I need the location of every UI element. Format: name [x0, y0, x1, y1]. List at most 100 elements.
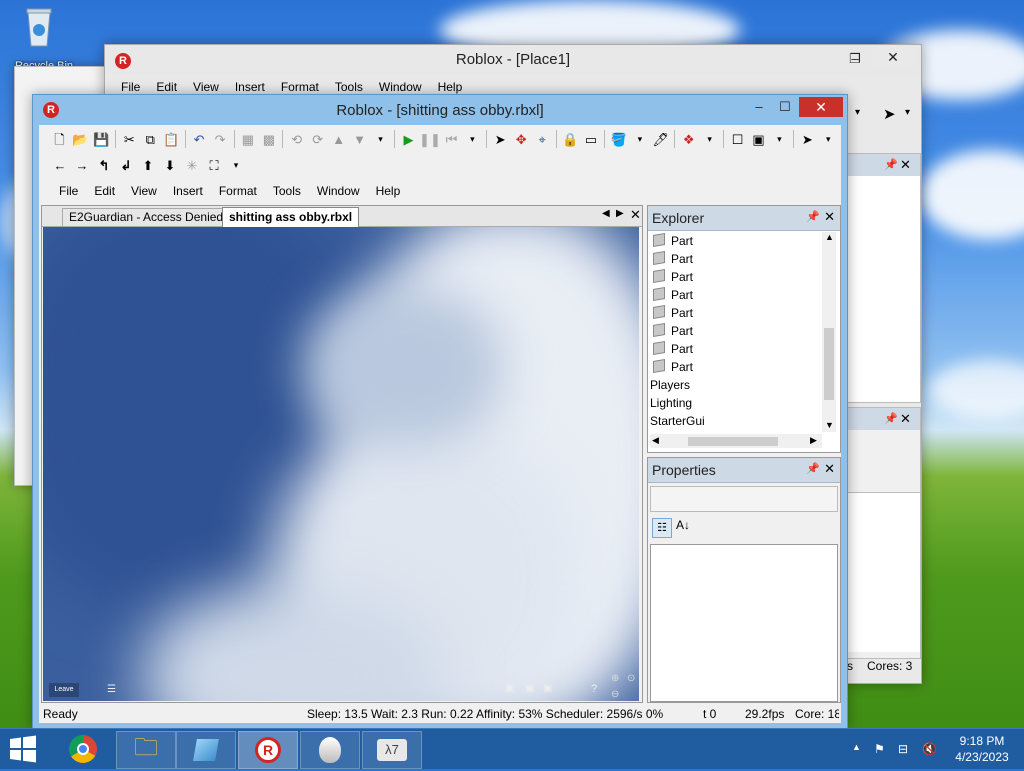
toolbar-overflow-icon[interactable]: ▾ [464, 130, 481, 148]
rotate-right-icon[interactable]: ⟳ [309, 130, 326, 148]
open-folder-icon[interactable]: 📂 [72, 130, 89, 148]
tilt-down-icon[interactable]: ▼ [351, 130, 368, 148]
close-icon[interactable]: ✕ [824, 461, 835, 477]
taskbar-lambda-app[interactable]: λ7 [362, 731, 422, 769]
camera-turn-down-icon[interactable]: ↲ [117, 156, 135, 174]
cut-icon[interactable]: ✂ [121, 130, 138, 148]
reset-icon[interactable]: ⏮ [443, 130, 460, 148]
new-file-icon[interactable]: 🗋 [51, 130, 68, 148]
scroll-left-icon[interactable]: ◀ [652, 435, 659, 446]
menu-help[interactable]: Help [368, 181, 409, 201]
group-icon[interactable]: ▦ [239, 130, 256, 148]
taskbar-mouse-app[interactable] [300, 731, 360, 769]
restore-button[interactable]: ❐ [841, 49, 869, 69]
dropdown-icon[interactable]: ▾ [631, 130, 648, 148]
material-icon[interactable]: ❖ [680, 130, 697, 148]
chat-icon[interactable]: ☰ [107, 684, 116, 695]
tab-e2guardian[interactable]: E2Guardian - Access Denied [62, 208, 231, 226]
copy-icon[interactable]: ⧉ [142, 130, 159, 148]
screenshot-icon[interactable]: ▣ [750, 130, 767, 148]
sort-alpha-icon[interactable]: A↓ [676, 518, 690, 532]
scroll-thumb[interactable] [824, 328, 834, 400]
close-button[interactable]: ✕ [871, 47, 915, 67]
menu-insert[interactable]: Insert [165, 181, 211, 201]
scroll-right-icon[interactable]: ▶ [810, 435, 817, 446]
move-icon[interactable]: ✥ [513, 130, 530, 148]
taskbar-app-blue[interactable] [176, 731, 236, 769]
zoom-icon[interactable]: ✳ [183, 156, 201, 174]
front-window[interactable]: R Roblox - [shitting ass obby.rbxl] – ☐ … [32, 94, 848, 730]
tree-item[interactable]: Part [650, 340, 820, 358]
record-icon[interactable]: ▣ [505, 683, 514, 694]
tab-obby[interactable]: shitting ass obby.rbxl [222, 207, 360, 227]
menu-edit[interactable]: Edit [86, 181, 123, 201]
resize-icon[interactable]: ⌖ [534, 130, 551, 148]
close-icon[interactable]: ✕ [824, 209, 835, 225]
tree-item[interactable]: Players [650, 376, 820, 394]
taskbar-roblox[interactable]: R [238, 731, 298, 769]
tree-item[interactable]: Part [650, 358, 820, 376]
close-button[interactable]: ✕ [799, 97, 843, 117]
fullscreen-icon[interactable]: ▣ [543, 683, 552, 694]
tree-item[interactable]: Part [650, 232, 820, 250]
tree-item[interactable]: Part [650, 250, 820, 268]
anchor-icon[interactable]: ▭ [583, 130, 600, 148]
toolbar-overflow-icon[interactable]: ▾ [227, 156, 245, 174]
zoom-in-icon[interactable]: ⊕ [611, 673, 619, 684]
categorized-icon[interactable]: ☷ [652, 518, 672, 538]
toolbar-grip-icon[interactable]: ▾ [855, 107, 860, 118]
pin-icon[interactable]: 📌 [884, 158, 898, 171]
ungroup-icon[interactable]: ▩ [260, 130, 277, 148]
select-icon[interactable]: ➤ [492, 130, 509, 148]
paste-icon[interactable]: 📋 [163, 130, 180, 148]
zoom-out-icon[interactable]: ⊖ [611, 689, 619, 700]
network-icon[interactable]: ⊟ [898, 742, 908, 756]
camera-down-icon[interactable]: ⬇ [161, 156, 179, 174]
tree-item[interactable]: Lighting [650, 394, 820, 412]
scroll-down-icon[interactable]: ▼ [825, 420, 834, 430]
properties-search[interactable] [650, 486, 838, 512]
taskbar-file-explorer[interactable]: 🗀 [116, 731, 176, 769]
volume-muted-icon[interactable]: 🔇 [922, 742, 937, 756]
camera-turn-up-icon[interactable]: ↰ [95, 156, 113, 174]
lock-icon[interactable]: 🔒 [562, 130, 579, 148]
tab-scroll-left-icon[interactable]: ◀ [602, 208, 610, 219]
tree-item[interactable]: Part [650, 304, 820, 322]
explorer-vscrollbar[interactable]: ▲ ▼ [822, 232, 836, 432]
camera-up-icon[interactable]: ⬆ [139, 156, 157, 174]
camera-right-icon[interactable]: → [73, 156, 91, 174]
paint-bucket-icon[interactable]: 🪣 [610, 130, 627, 148]
clock[interactable]: 9:18 PM 4/23/2023 [946, 733, 1018, 765]
tree-item[interactable]: Part [650, 286, 820, 304]
menu-file[interactable]: File [51, 181, 86, 201]
maximize-button[interactable]: ☐ [771, 97, 799, 117]
camera-left-icon[interactable]: ← [51, 156, 69, 174]
tray-expand-icon[interactable]: ▲ [852, 742, 861, 752]
toolbar-grip-icon[interactable]: ▾ [905, 107, 910, 118]
play-icon[interactable]: ▶ [400, 130, 417, 148]
select-arrow-icon[interactable]: ➤ [883, 105, 896, 123]
pin-icon[interactable]: 📌 [806, 462, 820, 475]
dropper-icon[interactable]: 🖊 [652, 130, 670, 148]
pause-icon[interactable]: ❚❚ [419, 130, 441, 148]
tree-item[interactable]: Part [650, 268, 820, 286]
minimize-button[interactable]: – [745, 97, 773, 117]
close-icon[interactable]: ✕ [900, 157, 911, 173]
menu-window[interactable]: Window [309, 181, 368, 201]
scroll-up-icon[interactable]: ▲ [825, 232, 834, 242]
leave-button[interactable]: Leave [49, 683, 79, 697]
compass-icon[interactable]: ⊙ [627, 673, 635, 684]
desktop-icon-recycle-bin[interactable]: Recycle Bin [10, 6, 73, 72]
dropdown-icon[interactable]: ▾ [701, 130, 718, 148]
toolbar-overflow-icon[interactable]: ▾ [771, 130, 788, 148]
redo-icon[interactable]: ↷ [212, 130, 229, 148]
camera-icon[interactable]: ▣ [525, 683, 534, 694]
tilt-up-icon[interactable]: ▲ [330, 130, 347, 148]
toolbar-overflow-icon[interactable]: ▾ [820, 130, 837, 148]
pin-icon[interactable]: 📌 [884, 412, 898, 425]
tab-scroll-right-icon[interactable]: ▶ [616, 208, 624, 219]
save-icon[interactable]: 💾 [93, 130, 110, 148]
tab-close-icon[interactable]: ✕ [630, 207, 641, 223]
game-viewport[interactable]: Leave ☰ ▣ ▣ ▣ ? ⊕ ⊖ ⊙ [43, 227, 639, 701]
rotate-left-icon[interactable]: ⟲ [288, 130, 305, 148]
